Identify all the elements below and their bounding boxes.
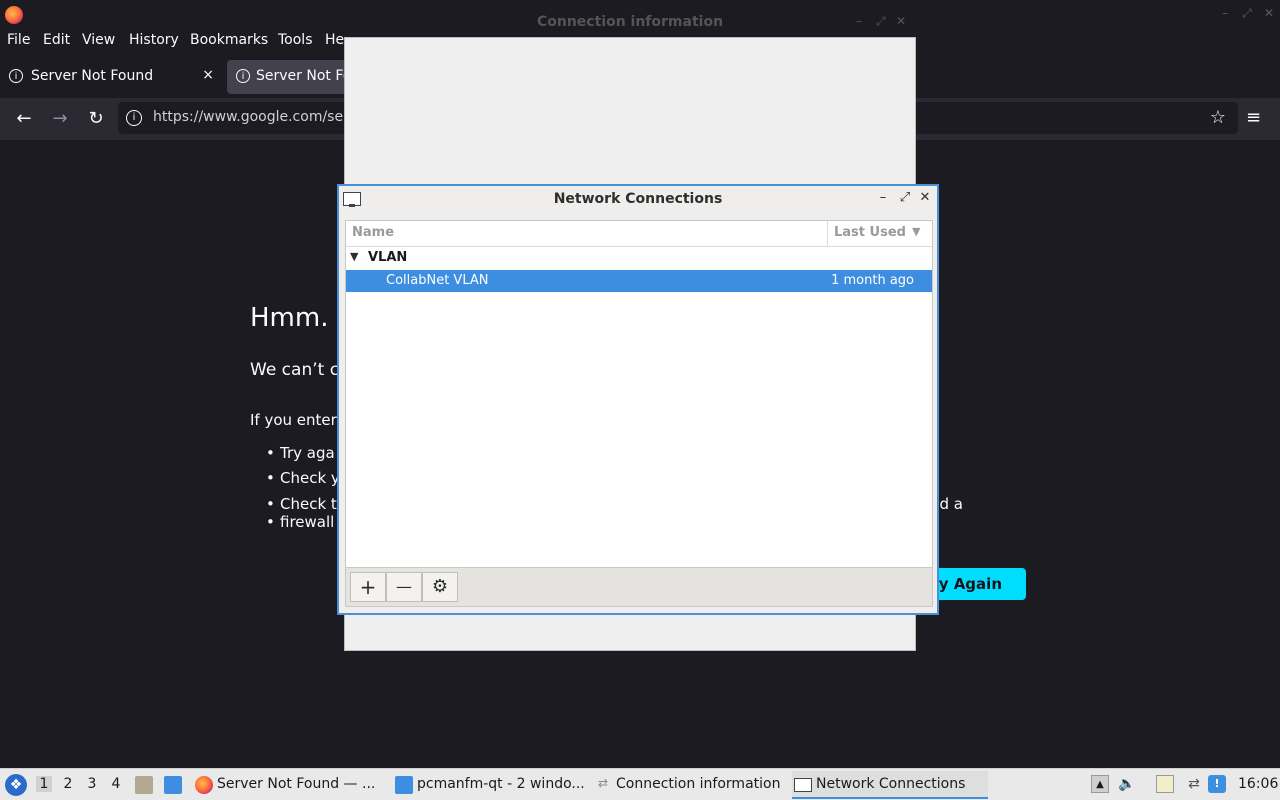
close-icon[interactable]: ✕ xyxy=(917,190,933,205)
bookmark-star-icon[interactable]: ☆ xyxy=(1210,107,1226,128)
menu-view[interactable]: View xyxy=(82,32,115,48)
column-header-last-used[interactable]: Last Used xyxy=(834,225,906,240)
info-icon: i xyxy=(236,69,250,83)
column-divider[interactable] xyxy=(827,221,828,246)
tab-server-not-found-2[interactable]: i Server Not Fo xyxy=(227,60,357,94)
maximize-icon[interactable]: ⤢ xyxy=(1240,6,1254,20)
firefox-logo-icon xyxy=(5,6,23,24)
bullet-text: Check t xyxy=(280,495,337,513)
connections-toolbar: + — ⚙ xyxy=(345,568,933,607)
window-title: Network Connections xyxy=(553,191,723,207)
workspace-4[interactable]: 4 xyxy=(108,776,124,792)
network-connections-window: Network Connections – ⤢ ✕ Name Last Used… xyxy=(337,184,939,615)
group-label: VLAN xyxy=(368,250,408,265)
workspace-3[interactable]: 3 xyxy=(84,776,100,792)
add-connection-button[interactable]: + xyxy=(350,572,386,602)
task-label: Connection information xyxy=(616,776,781,792)
menu-help[interactable]: He xyxy=(325,32,344,48)
bullet-text: firewall xyxy=(280,513,335,531)
tab-close-icon[interactable]: × xyxy=(202,67,214,83)
close-icon[interactable]: ✕ xyxy=(1262,6,1276,20)
group-row-vlan[interactable]: ▼ VLAN xyxy=(346,247,932,269)
start-menu-icon[interactable]: ❖ xyxy=(5,774,27,796)
connections-tree[interactable]: Name Last Used ▼ ▼ VLAN CollabNet VLAN 1… xyxy=(345,220,933,568)
app-menu-icon[interactable]: ≡ xyxy=(1246,107,1261,128)
tab-label: Server Not Found xyxy=(31,68,154,84)
tray-arrow-icon[interactable]: ▲ xyxy=(1091,775,1109,793)
forward-icon[interactable]: → xyxy=(48,107,72,131)
network-monitor-icon xyxy=(794,778,812,792)
menu-bookmarks[interactable]: Bookmarks xyxy=(190,32,268,48)
minimize-icon[interactable]: – xyxy=(856,14,862,28)
workspace-1[interactable]: 1 xyxy=(36,776,52,792)
site-info-icon[interactable]: i xyxy=(126,110,142,126)
tab-label: Server Not Fo xyxy=(256,68,352,84)
taskbar: ❖ 1 2 3 4 Server Not Found — ... pcmanfm… xyxy=(0,768,1280,800)
task-label: pcmanfm-qt - 2 windo... xyxy=(417,776,585,792)
task-pcmanfm[interactable]: pcmanfm-qt - 2 windo... xyxy=(393,771,589,799)
close-icon[interactable]: ✕ xyxy=(896,14,906,28)
menu-tools[interactable]: Tools xyxy=(278,32,313,48)
maximize-icon[interactable]: ⤢ xyxy=(897,190,913,205)
sort-descending-icon[interactable]: ▼ xyxy=(912,225,920,238)
connection-info-titlebar: Connection information – ⤢ ✕ xyxy=(344,8,916,37)
connection-name: CollabNet VLAN xyxy=(386,273,489,288)
tree-header: Name Last Used ▼ xyxy=(346,221,932,247)
bullet-text: Check y xyxy=(280,469,340,487)
workspace-2[interactable]: 2 xyxy=(60,776,76,792)
task-firefox[interactable]: Server Not Found — ... xyxy=(193,771,383,799)
url-text[interactable]: https://www.google.com/se xyxy=(153,109,343,125)
reload-icon[interactable]: ↻ xyxy=(84,107,108,131)
volume-icon[interactable]: 🔈 xyxy=(1118,775,1136,793)
error-title: Hmm. xyxy=(250,303,329,333)
expander-triangle-icon[interactable]: ▼ xyxy=(350,250,358,263)
connection-last-used: 1 month ago xyxy=(831,273,914,288)
show-desktop-icon[interactable] xyxy=(164,776,182,794)
clipboard-icon[interactable] xyxy=(1156,775,1174,793)
menu-history[interactable]: History xyxy=(129,32,179,48)
task-network-connections[interactable]: Network Connections xyxy=(792,771,988,799)
error-message: We can’t c xyxy=(250,360,340,380)
minimize-icon[interactable]: – xyxy=(1218,6,1232,20)
back-icon[interactable]: ← xyxy=(12,107,36,131)
menu-edit[interactable]: Edit xyxy=(43,32,70,48)
network-tray-icon[interactable]: ⇄ xyxy=(1185,775,1203,793)
file-manager-launcher-icon[interactable] xyxy=(135,776,153,794)
task-label: Network Connections xyxy=(816,776,966,792)
edit-settings-button[interactable]: ⚙ xyxy=(422,572,458,602)
maximize-icon[interactable]: ⤢ xyxy=(876,14,886,29)
tab-server-not-found-1[interactable]: i Server Not Found × xyxy=(0,60,222,94)
task-connection-information[interactable]: ⇄ Connection information xyxy=(592,771,788,799)
network-icon: ⇄ xyxy=(597,776,609,790)
connection-info-title: Connection information xyxy=(536,14,724,30)
task-label: Server Not Found — ... xyxy=(217,776,376,792)
firefox-icon xyxy=(195,776,213,794)
info-icon: i xyxy=(9,69,23,83)
folder-icon xyxy=(395,776,413,794)
error-hint: If you enter xyxy=(250,411,337,429)
minimize-icon[interactable]: – xyxy=(875,190,891,205)
update-notifier-icon[interactable]: ! xyxy=(1208,775,1226,793)
clock[interactable]: 16:06 xyxy=(1238,776,1278,792)
remove-connection-button[interactable]: — xyxy=(386,572,422,602)
bullet-text: Try aga xyxy=(280,444,335,462)
menu-file[interactable]: File xyxy=(7,32,30,48)
column-header-name[interactable]: Name xyxy=(352,225,394,240)
connection-row[interactable]: CollabNet VLAN 1 month ago xyxy=(346,270,932,292)
network-connections-titlebar: Network Connections – ⤢ ✕ xyxy=(339,186,937,214)
